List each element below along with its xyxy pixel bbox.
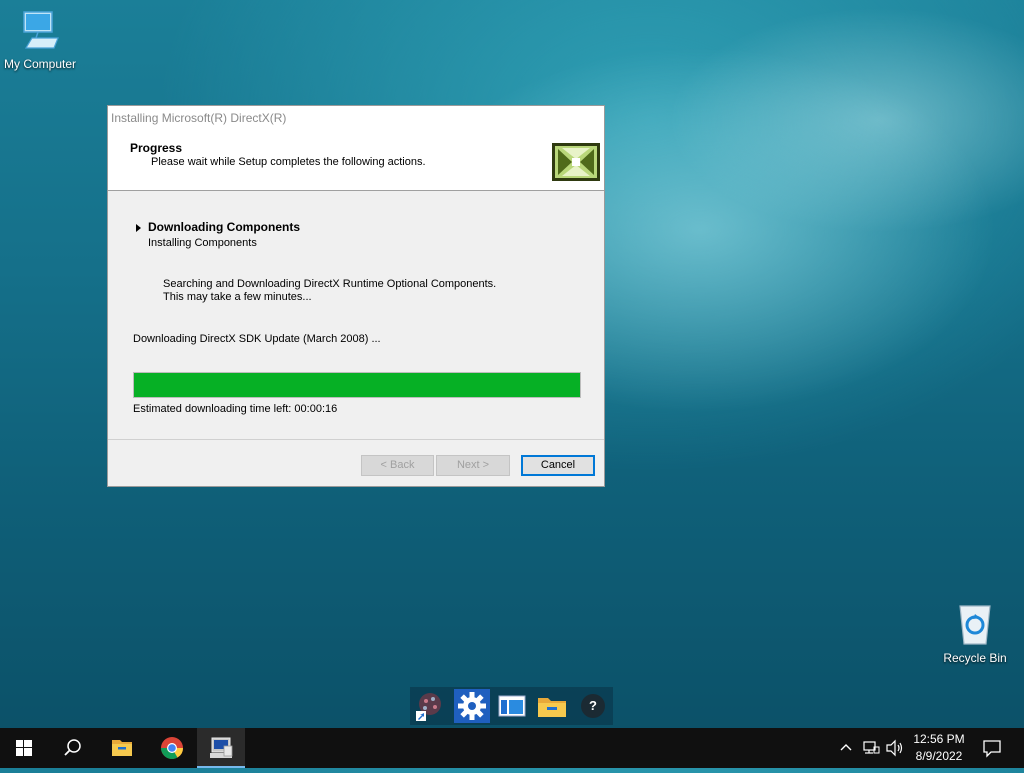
dialog-title[interactable]: Installing Microsoft(R) DirectX(R) <box>108 106 604 130</box>
gear-icon <box>458 692 486 720</box>
time-left-label: Estimated downloading time left: 00:00:1… <box>133 403 338 415</box>
app-icon <box>416 693 441 721</box>
clock-time[interactable]: 12:56 PM <box>909 732 969 746</box>
dialog-header: Progress Please wait while Setup complet… <box>108 130 604 191</box>
show-hidden-icons-chevron-icon[interactable] <box>838 740 854 756</box>
setup-icon <box>210 737 233 758</box>
toolbar-window-button[interactable] <box>494 689 530 723</box>
chrome-icon <box>161 737 183 759</box>
info-line-2: This may take a few minutes... <box>163 291 312 303</box>
button-separator <box>108 439 604 440</box>
toolbar-settings-button[interactable] <box>454 689 490 723</box>
window-icon <box>498 695 526 717</box>
volume-icon[interactable] <box>885 739 905 757</box>
cancel-button[interactable]: Cancel <box>521 455 595 476</box>
file-explorer-icon <box>112 740 132 756</box>
header-subtitle: Please wait while Setup completes the fo… <box>151 156 426 168</box>
next-button[interactable]: Next > <box>436 455 510 476</box>
taskbar-chrome[interactable] <box>148 728 196 768</box>
search-button[interactable] <box>48 728 96 768</box>
my-computer-desktop-icon[interactable]: My Computer <box>0 8 80 71</box>
toolbar-folder-button[interactable] <box>534 689 570 723</box>
back-button[interactable]: < Back <box>361 455 434 476</box>
floating-toolbar: ? <box>410 687 613 725</box>
download-status: Downloading DirectX SDK Update (March 20… <box>133 333 381 345</box>
toolbar-help-button[interactable]: ? <box>575 689 611 723</box>
recycle-bin-icon <box>959 605 991 645</box>
notifications-icon[interactable] <box>982 738 1002 758</box>
network-icon[interactable] <box>862 739 880 757</box>
help-label: ? <box>589 698 597 713</box>
clock-date[interactable]: 8/9/2022 <box>909 749 969 763</box>
toolbar-app-button[interactable] <box>412 689 448 723</box>
recycle-bin-label: Recycle Bin <box>943 651 1007 665</box>
start-icon <box>16 740 32 756</box>
step-current-label: Downloading Components <box>148 220 300 234</box>
my-computer-label: My Computer <box>3 57 77 71</box>
step-next-label: Installing Components <box>148 237 257 249</box>
directx-setup-dialog: Installing Microsoft(R) DirectX(R) Progr… <box>107 105 605 487</box>
taskbar: 12:56 PM 8/9/2022 <box>0 728 1024 768</box>
directx-logo-icon <box>552 143 600 181</box>
header-title: Progress <box>130 141 183 155</box>
taskbar-setup-app[interactable] <box>197 728 245 768</box>
computer-icon <box>23 11 59 49</box>
download-progress-bar <box>133 372 581 398</box>
info-line-1: Searching and Downloading DirectX Runtim… <box>163 278 497 290</box>
start-button[interactable] <box>0 728 48 768</box>
progress-bar-fill <box>134 373 580 397</box>
taskbar-file-explorer[interactable] <box>98 728 146 768</box>
folder-icon <box>538 698 566 717</box>
current-step-arrow-icon <box>136 224 141 232</box>
search-icon <box>64 739 81 756</box>
recycle-bin-desktop-icon[interactable]: Recycle Bin <box>938 602 1012 665</box>
